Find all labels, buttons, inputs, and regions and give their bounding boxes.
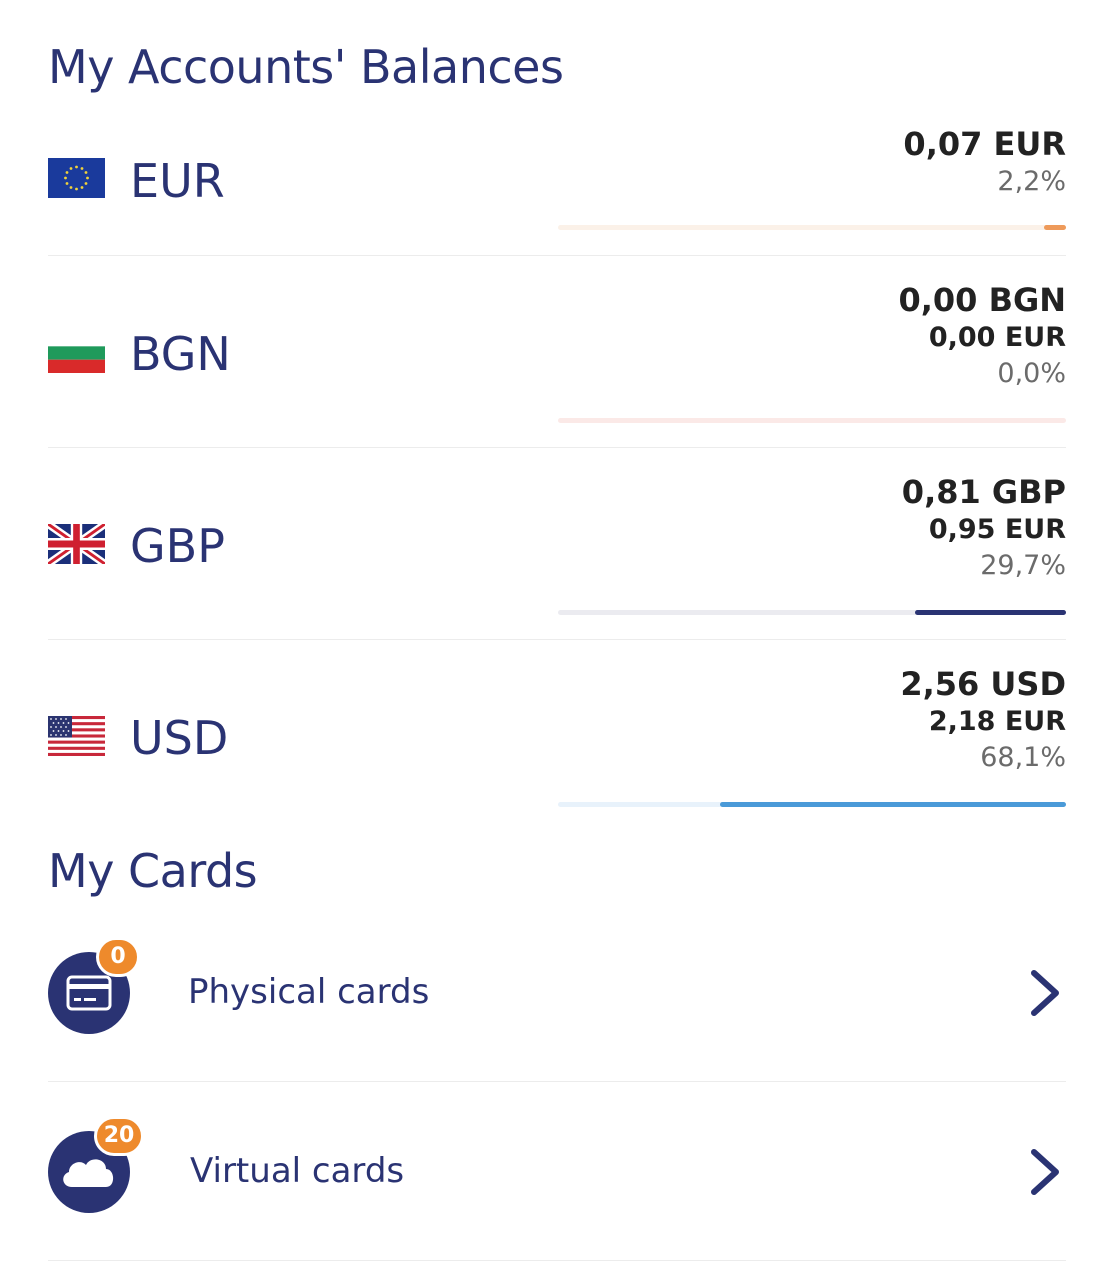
balance-share: 2,2% xyxy=(997,166,1066,197)
usa-flag-icon xyxy=(48,716,105,756)
share-bar-fill xyxy=(915,610,1066,615)
currency-code: EUR xyxy=(130,154,225,208)
share-bar-fill xyxy=(1044,225,1066,230)
balance-share: 0,0% xyxy=(997,358,1066,389)
divider xyxy=(48,639,1066,640)
physical-cards-label: Physical cards xyxy=(188,972,430,1012)
balance-amount: 0,81 GBP xyxy=(901,473,1066,511)
balance-amounts: 0,00 BGN 0,00 EUR 0,0% xyxy=(898,280,1066,392)
balance-amount: 0,00 BGN xyxy=(898,281,1066,319)
account-row-eur[interactable]: EUR 0,07 EUR 2,2% xyxy=(48,124,1066,244)
currency-code: BGN xyxy=(130,327,231,381)
divider xyxy=(48,447,1066,448)
balance-eur-equivalent: 0,00 EUR xyxy=(928,322,1066,353)
share-bar xyxy=(558,225,1066,230)
uk-flag-icon xyxy=(48,524,105,564)
balance-eur-equivalent: 2,18 EUR xyxy=(928,706,1066,737)
balance-eur-equivalent: 0,95 EUR xyxy=(928,514,1066,545)
virtual-cards-label: Virtual cards xyxy=(190,1151,405,1191)
balance-amounts: 0,07 EUR 2,2% xyxy=(903,124,1066,200)
physical-cards-count-badge: 0 xyxy=(96,937,140,977)
balance-share: 29,7% xyxy=(980,550,1066,581)
share-bar xyxy=(558,418,1066,423)
account-row-usd[interactable]: USD 2,56 USD 2,18 EUR 68,1% xyxy=(48,664,1066,814)
virtual-cards-row[interactable]: 20 Virtual cards xyxy=(48,1116,1066,1222)
divider xyxy=(48,1081,1066,1082)
virtual-cards-count-badge: 20 xyxy=(94,1116,144,1156)
chevron-right-icon xyxy=(1031,970,1059,1016)
physical-cards-row[interactable]: 0 Physical cards xyxy=(48,937,1066,1043)
share-bar xyxy=(558,802,1066,807)
eu-flag-icon xyxy=(48,158,105,198)
account-row-bgn[interactable]: BGN 0,00 BGN 0,00 EUR 0,0% xyxy=(48,280,1066,430)
balance-amounts: 2,56 USD 2,18 EUR 68,1% xyxy=(900,664,1066,776)
cards-section-title: My Cards xyxy=(48,844,258,898)
divider xyxy=(48,1260,1066,1261)
currency-code: USD xyxy=(130,711,229,765)
balances-section-title: My Accounts' Balances xyxy=(48,40,564,94)
balance-amounts: 0,81 GBP 0,95 EUR 29,7% xyxy=(902,472,1066,584)
balance-amount: 0,07 EUR xyxy=(903,125,1066,163)
account-row-gbp[interactable]: GBP 0,81 GBP 0,95 EUR 29,7% xyxy=(48,472,1066,622)
chevron-right-icon xyxy=(1031,1149,1059,1195)
share-bar-fill xyxy=(720,802,1066,807)
balance-share: 68,1% xyxy=(980,742,1066,773)
share-bar xyxy=(558,610,1066,615)
currency-code: GBP xyxy=(130,519,225,573)
balance-amount: 2,56 USD xyxy=(900,665,1066,703)
divider xyxy=(48,255,1066,256)
bulgaria-flag-icon xyxy=(48,333,105,373)
